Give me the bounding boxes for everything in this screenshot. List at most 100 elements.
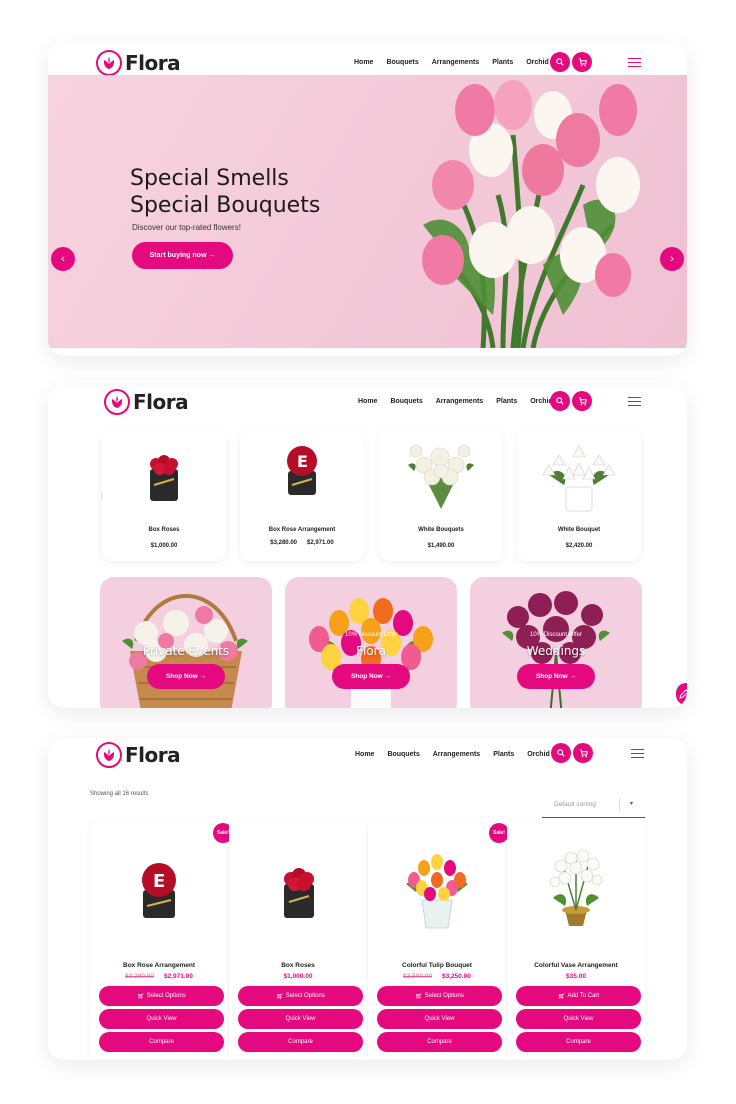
- shop-now-button[interactable]: Shop Now →: [147, 664, 225, 689]
- quick-view-button[interactable]: Quick View: [99, 1009, 224, 1029]
- quick-view-button[interactable]: Quick View: [516, 1009, 641, 1029]
- hero-subtitle: Discover our top-rated flowers!: [132, 223, 241, 232]
- menu-item-orchid[interactable]: Orchid: [526, 59, 549, 66]
- product-card[interactable]: White Bouquets $1,490.00: [379, 429, 503, 561]
- hamburger-icon[interactable]: [628, 397, 641, 406]
- shop-product-price: $35.00: [507, 973, 645, 980]
- shop-now-button[interactable]: Shop Now →: [517, 664, 595, 689]
- menu-item-orchid[interactable]: Orchid: [527, 751, 550, 758]
- cart-button[interactable]: [573, 743, 593, 763]
- hero-next-button[interactable]: ›: [660, 247, 684, 271]
- search-button[interactable]: [551, 743, 571, 763]
- menu-item-home[interactable]: Home: [354, 59, 373, 66]
- hero-banner: Special Smells Special Bouquets Discover…: [48, 75, 687, 348]
- product-card[interactable]: Box Roses $1,000.00: [102, 429, 226, 561]
- menu-item-arrangements[interactable]: Arrangements: [432, 59, 479, 66]
- shop-product-name[interactable]: Colorful Vase Arrangement: [507, 962, 645, 969]
- cart-button[interactable]: [572, 52, 592, 72]
- menu-item-bouquets[interactable]: Bouquets: [390, 398, 422, 405]
- add-to-cart-button[interactable]: 🛒︎ Add To Cart: [516, 986, 641, 1006]
- compare-button[interactable]: Compare: [516, 1032, 641, 1052]
- cart-icon: 🛒︎: [415, 993, 423, 1000]
- shop-product-price: $3,280.00 $2,971.00: [90, 973, 228, 980]
- quick-view-button[interactable]: Quick View: [238, 1009, 363, 1029]
- product-old-price: $3,280.00: [270, 540, 297, 546]
- compare-button[interactable]: Compare: [377, 1032, 502, 1052]
- sorting-select[interactable]: Default sorting ▾: [542, 798, 645, 818]
- menu-item-arrangements[interactable]: Arrangements: [433, 751, 480, 758]
- cart-button[interactable]: [572, 391, 592, 411]
- edit-tab-button[interactable]: [676, 683, 687, 705]
- menu-item-plants[interactable]: Plants: [496, 398, 517, 405]
- promo-banner-private-events[interactable]: Private Events Shop Now →: [100, 577, 272, 708]
- menu-item-home[interactable]: Home: [355, 751, 374, 758]
- shop-product-card[interactable]: Colorful Vase Arrangement $35.00 🛒︎ Add T…: [507, 824, 645, 1059]
- search-button[interactable]: [550, 391, 570, 411]
- cart-icon: 🛒︎: [276, 993, 284, 1000]
- sale-badge: Sale!: [489, 823, 509, 843]
- menu-item-bouquets[interactable]: Bouquets: [387, 751, 419, 758]
- shop-product-name[interactable]: Box Rose Arrangement: [90, 962, 228, 969]
- chevron-left-icon: ‹: [61, 253, 65, 265]
- shop-product-name[interactable]: Box Roses: [229, 962, 367, 969]
- product-card[interactable]: White Bouquet $2,420.00: [517, 429, 641, 561]
- menu-item-arrangements[interactable]: Arrangements: [436, 398, 483, 405]
- start-buying-button[interactable]: Start buying now →: [132, 242, 233, 269]
- promo-kicker: 10% Discount Offer: [345, 632, 397, 638]
- tulip-logo-icon: [96, 742, 122, 768]
- menu-item-bouquets[interactable]: Bouquets: [386, 59, 418, 66]
- chevron-down-icon: ▾: [630, 801, 634, 807]
- shop-product-card[interactable]: Box Roses $1,000.00 🛒︎ Select Options Qui…: [229, 824, 367, 1059]
- menu-item-plants[interactable]: Plants: [492, 59, 513, 66]
- top-nav: Flora Home Bouquets Arrangements Plants …: [48, 385, 687, 421]
- logo[interactable]: Flora: [96, 742, 181, 768]
- hero-prev-button[interactable]: ‹: [51, 247, 75, 271]
- promo-banner-weddings[interactable]: 10% Discount Offer Weddings Shop Now →: [470, 577, 642, 708]
- select-options-button[interactable]: 🛒︎ Select Options: [238, 986, 363, 1006]
- shop-product-card[interactable]: Sale! E Box Rose Arrangement $3,280.00 $2…: [90, 823, 233, 1059]
- product-price: $3,280.00 $2,971.00: [240, 540, 364, 546]
- shop-product-name[interactable]: Colorful Tulip Bouquet: [368, 962, 506, 969]
- menu-item-home[interactable]: Home: [358, 398, 377, 405]
- shop-now-button[interactable]: Shop Now →: [332, 664, 410, 689]
- product-price: $1,490.00: [427, 543, 455, 549]
- search-icon: [557, 749, 565, 757]
- promo-title: Weddings: [526, 644, 586, 658]
- tulip-bouquet-image: [393, 75, 687, 348]
- svg-text:E: E: [153, 871, 165, 892]
- product-new-price: $2,971.00: [307, 540, 334, 546]
- product-price: $2,420.00: [565, 543, 593, 549]
- logo[interactable]: Flora: [96, 50, 181, 76]
- product-name[interactable]: Box Rose Arrangement: [240, 527, 364, 533]
- logo-text: Flora: [125, 743, 181, 767]
- compare-button[interactable]: Compare: [238, 1032, 363, 1052]
- search-icon: [556, 58, 564, 66]
- pencil-icon: [679, 689, 687, 699]
- cart-icon: [578, 57, 587, 66]
- select-options-button[interactable]: 🛒︎ Select Options: [99, 986, 224, 1006]
- logo-text: Flora: [133, 390, 189, 414]
- logo-text: Flora: [125, 51, 181, 75]
- search-button[interactable]: [550, 52, 570, 72]
- compare-button[interactable]: Compare: [99, 1032, 224, 1052]
- promo-title: Private Events: [142, 644, 230, 658]
- shop-product-old-price: $3,280.00: [125, 973, 154, 980]
- shop-product-new-price: $3,250.00: [442, 973, 471, 980]
- menu-item-plants[interactable]: Plants: [493, 751, 514, 758]
- box-roses-image: [284, 868, 314, 918]
- promo-banner-flora[interactable]: 10% Discount Offer Flora Shop Now →: [285, 577, 457, 708]
- product-card[interactable]: E Box Rose Arrangement $3,280.00 $2,971.0…: [240, 429, 364, 561]
- shop-product-new-price: $1,000.00: [283, 973, 313, 980]
- cart-icon: [579, 748, 588, 757]
- logo[interactable]: Flora: [104, 389, 189, 415]
- hamburger-icon[interactable]: [631, 749, 644, 758]
- box-roses-image: [150, 455, 178, 501]
- product-name[interactable]: White Bouquets: [379, 527, 503, 533]
- shop-product-old-price: $3,500.00: [403, 973, 432, 980]
- product-name[interactable]: White Bouquet: [517, 527, 641, 533]
- select-options-button[interactable]: 🛒︎ Select Options: [377, 986, 502, 1006]
- hamburger-icon[interactable]: [628, 58, 641, 67]
- quick-view-button[interactable]: Quick View: [377, 1009, 502, 1029]
- product-name[interactable]: Box Roses: [102, 527, 226, 533]
- shop-product-card[interactable]: Sale! Colorful Tulip Bouquet $3,500.00 $3…: [368, 823, 509, 1059]
